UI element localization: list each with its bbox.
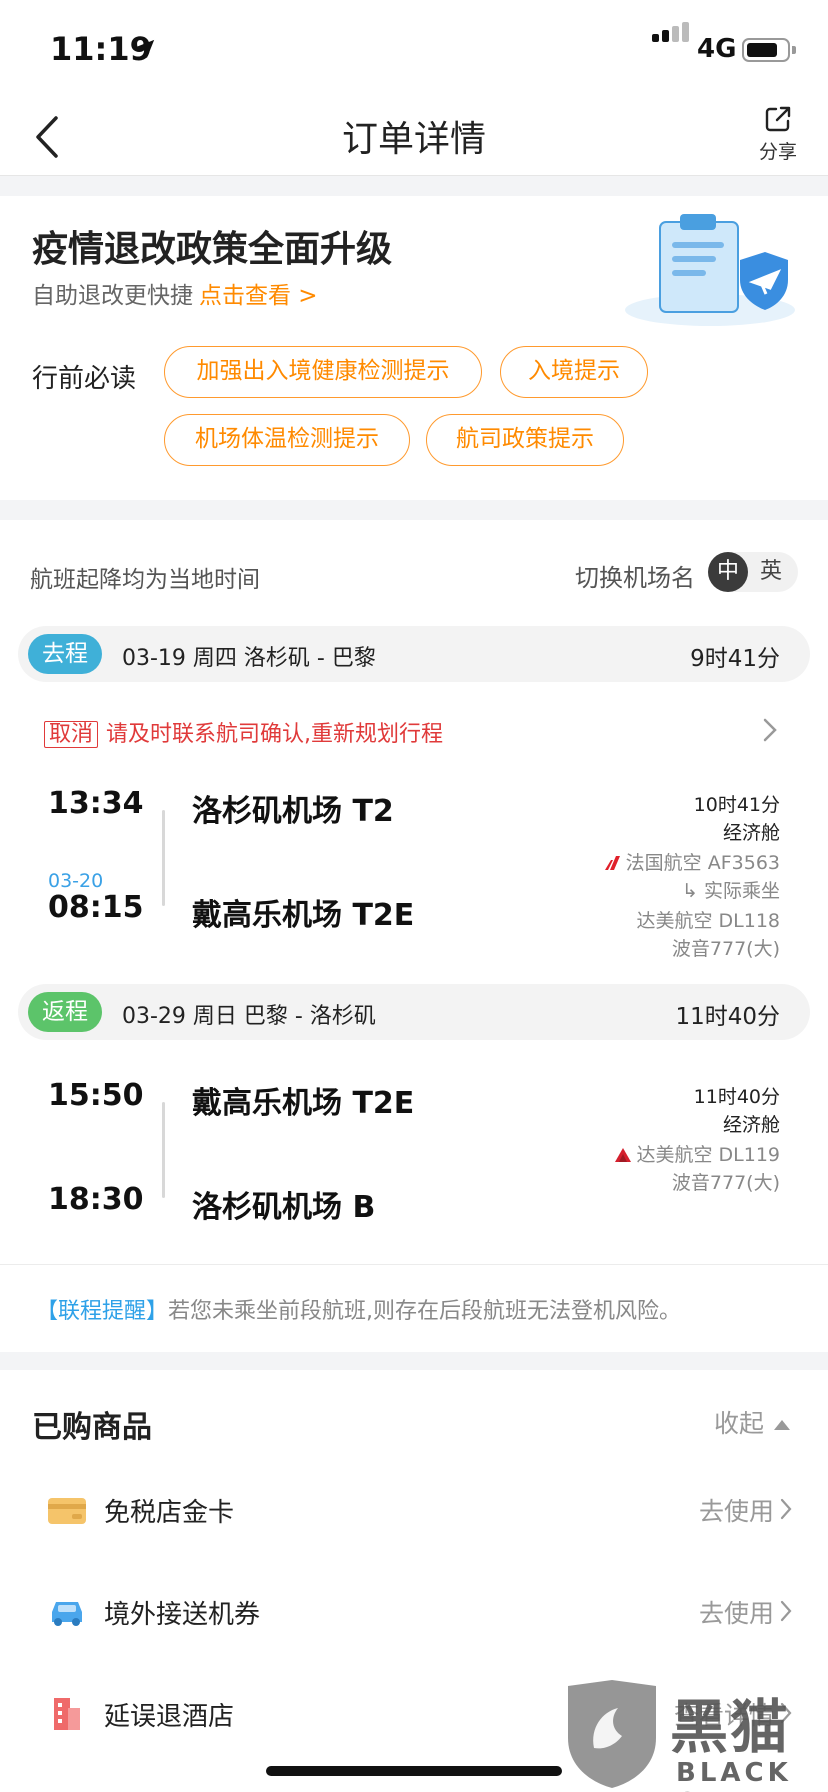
battery-icon bbox=[742, 38, 796, 62]
chevron-right-icon bbox=[780, 1600, 792, 1622]
return-cabin: 经济舱 bbox=[722, 1114, 780, 1136]
goods-item-action[interactable]: 去使用 bbox=[699, 1492, 774, 1528]
outbound-duration: 9时41分 bbox=[690, 646, 780, 672]
home-indicator[interactable] bbox=[266, 1766, 562, 1776]
outbound-header: 去程 03-19 周四 洛杉矶 - 巴黎 9时41分 bbox=[18, 626, 810, 682]
cancel-badge: 取消 bbox=[44, 721, 99, 748]
route-line bbox=[162, 1102, 165, 1198]
gold-card-icon bbox=[48, 1498, 86, 1524]
air-france-logo-icon bbox=[604, 856, 620, 870]
policy-card: 疫情退改政策全面升级 自助退改更快捷 点击查看 > 行前必读 加强出入境健康检测提… bbox=[0, 196, 828, 500]
flights-card: 航班起降均为当地时间 切换机场名 中 英 去程 03-19 周四 洛杉矶 - 巴… bbox=[0, 520, 828, 1352]
outbound-dep-airport: 洛杉矶机场 T2 bbox=[192, 794, 394, 829]
return-tag: 返程 bbox=[28, 992, 102, 1032]
watermark-cn: 黑猫 bbox=[670, 1693, 791, 1761]
must-read-label: 行前必读 bbox=[32, 364, 137, 394]
location-arrow-icon bbox=[135, 39, 155, 59]
lang-en-option[interactable]: 英 bbox=[760, 552, 782, 592]
black-cat-watermark: 黑猫 BLACK CAT bbox=[560, 1678, 828, 1792]
route-line bbox=[162, 810, 165, 906]
connection-reminder: 【联程提醒】若您未乘坐前段航班,则存在后段航班无法登机风险。 bbox=[0, 1264, 828, 1352]
outbound-flight-duration: 10时41分 bbox=[693, 794, 780, 816]
chevron-right-icon[interactable] bbox=[760, 716, 780, 744]
goods-item-name: 境外接送机券 bbox=[104, 1600, 261, 1630]
outbound-dep-time: 13:34 bbox=[48, 786, 144, 821]
tag-health-check[interactable]: 加强出入境健康检测提示 bbox=[164, 346, 482, 398]
return-info: 03-29 周日 巴黎 - 洛杉矶 bbox=[122, 1004, 376, 1029]
return-airline-name: 达美航空 DL119 bbox=[636, 1144, 780, 1166]
outbound-airline-name: 法国航空 AF3563 bbox=[625, 852, 780, 874]
goods-item-name: 免税店金卡 bbox=[104, 1498, 235, 1528]
black-cat-shield-logo bbox=[568, 1680, 656, 1788]
return-duration: 11时40分 bbox=[675, 1004, 780, 1030]
language-toggle[interactable]: 中 英 bbox=[708, 552, 798, 592]
policy-subtitle: 自助退改更快捷 点击查看 > bbox=[32, 276, 318, 310]
tag-entry-tips[interactable]: 入境提示 bbox=[500, 346, 648, 398]
actual-flight-label: ↳ 实际乘坐 bbox=[682, 880, 780, 902]
outbound-arr-date: 03-20 bbox=[48, 870, 104, 892]
reminder-text: 若您未乘坐前段航班,则存在后段航班无法登机风险。 bbox=[168, 1299, 682, 1324]
policy-title: 疫情退改政策全面升级 bbox=[32, 229, 393, 270]
return-arr-time: 18:30 bbox=[48, 1182, 144, 1217]
nav-bar: 订单详情 分享 bbox=[0, 98, 828, 176]
return-arr-airport: 洛杉矶机场 B bbox=[192, 1190, 376, 1225]
hotel-building-icon bbox=[54, 1698, 80, 1730]
policy-view-link[interactable]: 点击查看 > bbox=[199, 283, 318, 309]
switch-airport-name-label: 切换机场名 bbox=[575, 564, 695, 592]
caret-up-icon bbox=[774, 1420, 790, 1430]
cancel-notice[interactable]: 取消 请及时联系航司确认,重新规划行程 bbox=[44, 716, 443, 748]
share-button[interactable]: 分享 bbox=[750, 104, 806, 164]
collapse-label: 收起 bbox=[713, 1409, 764, 1438]
goods-item-name: 延误退酒店 bbox=[104, 1702, 235, 1732]
outbound-info: 03-19 周四 洛杉矶 - 巴黎 bbox=[122, 646, 376, 671]
cancel-text: 请及时联系航司确认,重新规划行程 bbox=[106, 722, 444, 747]
outbound-aircraft: 波音777(大) bbox=[671, 938, 780, 960]
return-header: 返程 03-29 周日 巴黎 - 洛杉矶 11时40分 bbox=[18, 984, 810, 1040]
share-icon bbox=[765, 106, 791, 132]
return-flight-duration: 11时40分 bbox=[693, 1086, 780, 1108]
collapse-button[interactable]: 收起 bbox=[714, 1404, 790, 1440]
watermark-en: BLACK CAT bbox=[676, 1758, 792, 1792]
return-dep-airport: 戴高乐机场 T2E bbox=[192, 1086, 415, 1121]
outbound-airline: 法国航空 AF3563 bbox=[602, 848, 780, 875]
network-type: 4G bbox=[697, 34, 737, 64]
return-airline: 达美航空 DL119 bbox=[614, 1140, 780, 1167]
policy-subtitle-text: 自助退改更快捷 bbox=[32, 283, 193, 309]
clipboard-shield-illustration bbox=[625, 214, 795, 326]
tag-airline-policy[interactable]: 航司政策提示 bbox=[426, 414, 624, 466]
return-aircraft: 波音777(大) bbox=[671, 1172, 780, 1194]
goods-item-action[interactable]: 去使用 bbox=[699, 1594, 774, 1630]
timezone-note: 航班起降均为当地时间 bbox=[30, 567, 260, 593]
status-bar: 11:19 4G bbox=[0, 0, 828, 98]
outbound-tag: 去程 bbox=[28, 634, 102, 674]
delta-logo-icon bbox=[615, 1148, 632, 1162]
outbound-arr-airport: 戴高乐机场 T2E bbox=[192, 898, 415, 933]
lang-zh-option[interactable]: 中 bbox=[708, 552, 748, 592]
outbound-operating-airline: 达美航空 DL118 bbox=[636, 910, 780, 932]
car-icon bbox=[52, 1602, 82, 1626]
goods-item-transfer[interactable]: 境外接送机券 去使用 bbox=[0, 1572, 828, 1652]
goods-item-duty-free[interactable]: 免税店金卡 去使用 bbox=[0, 1470, 828, 1550]
reminder-tag: 【联程提醒】 bbox=[36, 1299, 169, 1324]
goods-title: 已购商品 bbox=[32, 1410, 152, 1445]
tag-temperature-check[interactable]: 机场体温检测提示 bbox=[164, 414, 410, 466]
outbound-cabin: 经济舱 bbox=[722, 822, 780, 844]
share-label: 分享 bbox=[758, 141, 797, 163]
outbound-arr-time: 08:15 bbox=[48, 890, 144, 925]
page-title: 订单详情 bbox=[341, 119, 486, 160]
return-dep-time: 15:50 bbox=[48, 1078, 144, 1113]
chevron-right-icon bbox=[780, 1498, 792, 1520]
